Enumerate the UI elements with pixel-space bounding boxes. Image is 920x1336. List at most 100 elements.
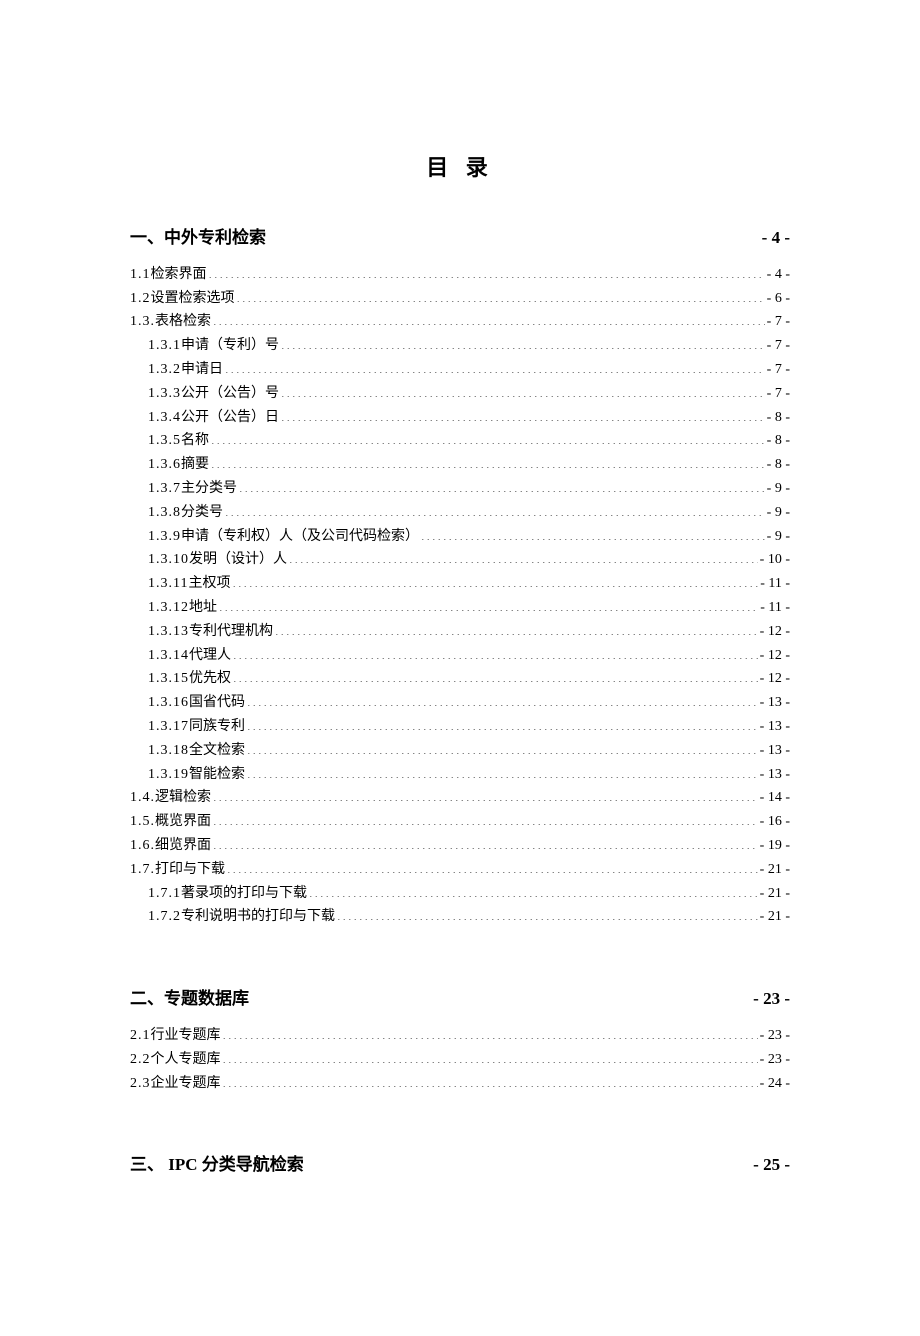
toc-leader-dots	[281, 407, 765, 421]
toc-entry-number: 1.7.1	[148, 882, 181, 906]
toc-entry-label: 主分类号	[181, 477, 239, 501]
toc-section: 二、专题数据库 - 23 -2.1 行业专题库 - 23 -2.2 个人专题库 …	[130, 985, 790, 1095]
toc-leader-dots	[232, 573, 758, 587]
toc-entry-number: 1.3.12	[148, 596, 189, 620]
toc-entry-page: - 13 -	[758, 715, 790, 739]
toc-entry-number: 1.3.18	[148, 739, 189, 763]
toc-entry-row: 1.1 检索界面 - 4 -	[130, 263, 790, 287]
toc-leader-dots	[223, 1073, 758, 1087]
toc-leader-dots	[275, 621, 758, 635]
toc-entry-label: 设置检索选项	[151, 287, 237, 311]
toc-entry-number: 2.3	[130, 1072, 151, 1096]
toc-entry-page: - 19 -	[758, 834, 790, 858]
toc-entry-page: - 7 -	[765, 358, 790, 382]
toc-leader-dots	[251, 987, 751, 1004]
toc-entry-page: - 13 -	[758, 691, 790, 715]
toc-entry-number: 1.3.9	[148, 525, 181, 549]
toc-leader-dots	[227, 859, 758, 873]
toc-entry-row: 1.7.1 著录项的打印与下载 - 21 -	[130, 882, 790, 906]
toc-leader-dots	[219, 597, 758, 611]
toc-entry-label: 分类号	[181, 501, 225, 525]
toc-entry-number: 1.6.	[130, 834, 155, 858]
toc-leader-dots	[309, 883, 758, 897]
toc-entry-label: 全文检索	[189, 739, 247, 763]
toc-entry-page: - 13 -	[758, 739, 790, 763]
toc-leader-dots	[223, 1049, 758, 1063]
toc-entry-number: 1.7.2	[148, 905, 181, 929]
toc-leader-dots	[247, 716, 758, 730]
toc-entry-number: 1.3.16	[148, 691, 189, 715]
toc-entry-label: 优先权	[189, 667, 233, 691]
toc-heading-row: 三、 IPC 分类导航检索 - 25 -	[130, 1151, 790, 1180]
toc-entry-page: - 8 -	[765, 453, 790, 477]
toc-section: 一、中外专利检索 - 4 - 1.1 检索界面 - 4 -1.2 设置检索选项 -…	[130, 224, 790, 929]
toc-heading-label: 三、 IPC 分类导航检索	[130, 1151, 306, 1180]
toc-entry-label: 国省代码	[189, 691, 247, 715]
toc-entry-label: 申请（专利）号	[181, 334, 281, 358]
toc-entry-label: 地址	[189, 596, 219, 620]
toc-entry-row: 1.3.13 专利代理机构 - 12 -	[130, 620, 790, 644]
toc-entry-label: 检索界面	[151, 263, 209, 287]
toc-entry-number: 1.3.7	[148, 477, 181, 501]
toc-entry-page: - 4 -	[765, 263, 790, 287]
toc-leader-dots	[213, 811, 758, 825]
toc-entry-page: - 9 -	[765, 477, 790, 501]
toc-entry-page: - 21 -	[758, 905, 790, 929]
toc-entry-number: 1.3.5	[148, 429, 181, 453]
toc-leader-dots	[209, 264, 765, 278]
toc-leader-dots	[213, 835, 758, 849]
toc-entry-row: 1.2 设置检索选项 - 6 -	[130, 287, 790, 311]
toc-entry-row: 1.3.18 全文检索 - 13 -	[130, 739, 790, 763]
toc-entry-label: 公开（公告）日	[181, 406, 281, 430]
toc-leader-dots	[233, 668, 758, 682]
toc-entry-number: 1.3.8	[148, 501, 181, 525]
toc-entry-label: 名称	[181, 429, 211, 453]
toc-entry-number: 1.4.	[130, 786, 155, 810]
toc-heading-page: - 23 -	[751, 985, 790, 1014]
toc-entry-row: 1.3.9 申请（专利权）人（及公司代码检索） - 9 -	[130, 525, 790, 549]
toc-leader-dots	[211, 454, 765, 468]
toc-entry-number: 1.3.6	[148, 453, 181, 477]
toc-leader-dots	[237, 288, 765, 302]
toc-leader-dots	[239, 478, 765, 492]
toc-entry-page: - 7 -	[765, 382, 790, 406]
toc-entry-row: 1.3.15 优先权 - 12 -	[130, 667, 790, 691]
toc-entry-page: - 12 -	[758, 667, 790, 691]
toc-page: 目 录 一、中外专利检索 - 4 -1.1 检索界面 - 4 -1.2 设置检索…	[0, 0, 920, 1336]
toc-entry-row: 1.3.2 申请日 - 7 -	[130, 358, 790, 382]
toc-entry-label: 专利代理机构	[189, 620, 275, 644]
toc-heading-row: 一、中外专利检索 - 4 -	[130, 224, 790, 253]
toc-entry-row: 1.3.11 主权项 - 11 -	[130, 572, 790, 596]
toc-leader-dots	[213, 311, 765, 325]
toc-entry-label: 智能检索	[189, 763, 247, 787]
toc-entry-number: 2.2	[130, 1048, 151, 1072]
toc-entry-label: 著录项的打印与下载	[181, 882, 309, 906]
toc-entry-page: - 13 -	[758, 763, 790, 787]
toc-entry-label: 细览界面	[155, 834, 213, 858]
toc-leader-dots	[281, 335, 765, 349]
toc-entry-row: 1.3.8 分类号 - 9 -	[130, 501, 790, 525]
toc-entry-page: - 7 -	[765, 310, 790, 334]
toc-entry-row: 1.3.3 公开（公告）号 - 7 -	[130, 382, 790, 406]
toc-entry-row: 1.3.10 发明（设计）人 - 10 -	[130, 548, 790, 572]
toc-leader-dots	[211, 430, 765, 444]
toc-entry-label: 专利说明书的打印与下载	[181, 905, 337, 929]
toc-entry-label: 表格检索	[155, 310, 213, 334]
toc-leader-dots	[247, 740, 758, 754]
toc-leader-dots	[213, 787, 758, 801]
toc-entry-number: 1.3.3	[148, 382, 181, 406]
toc-entry-label: 同族专利	[189, 715, 247, 739]
toc-entry-number: 1.3.17	[148, 715, 189, 739]
toc-entry-number: 1.3.19	[148, 763, 189, 787]
toc-leader-dots	[223, 1025, 758, 1039]
toc-heading-row: 二、专题数据库 - 23 -	[130, 985, 790, 1014]
toc-entry-page: - 23 -	[758, 1048, 790, 1072]
toc-leader-dots	[225, 502, 765, 516]
toc-entry-label: 申请（专利权）人（及公司代码检索）	[181, 525, 421, 549]
toc-entry-page: - 24 -	[758, 1072, 790, 1096]
toc-entry-label: 代理人	[189, 644, 233, 668]
toc-leader-dots	[337, 906, 758, 920]
toc-heading-label: 二、专题数据库	[130, 985, 251, 1014]
toc-entry-page: - 8 -	[765, 429, 790, 453]
toc-entry-row: 1.3.7 主分类号 - 9 -	[130, 477, 790, 501]
